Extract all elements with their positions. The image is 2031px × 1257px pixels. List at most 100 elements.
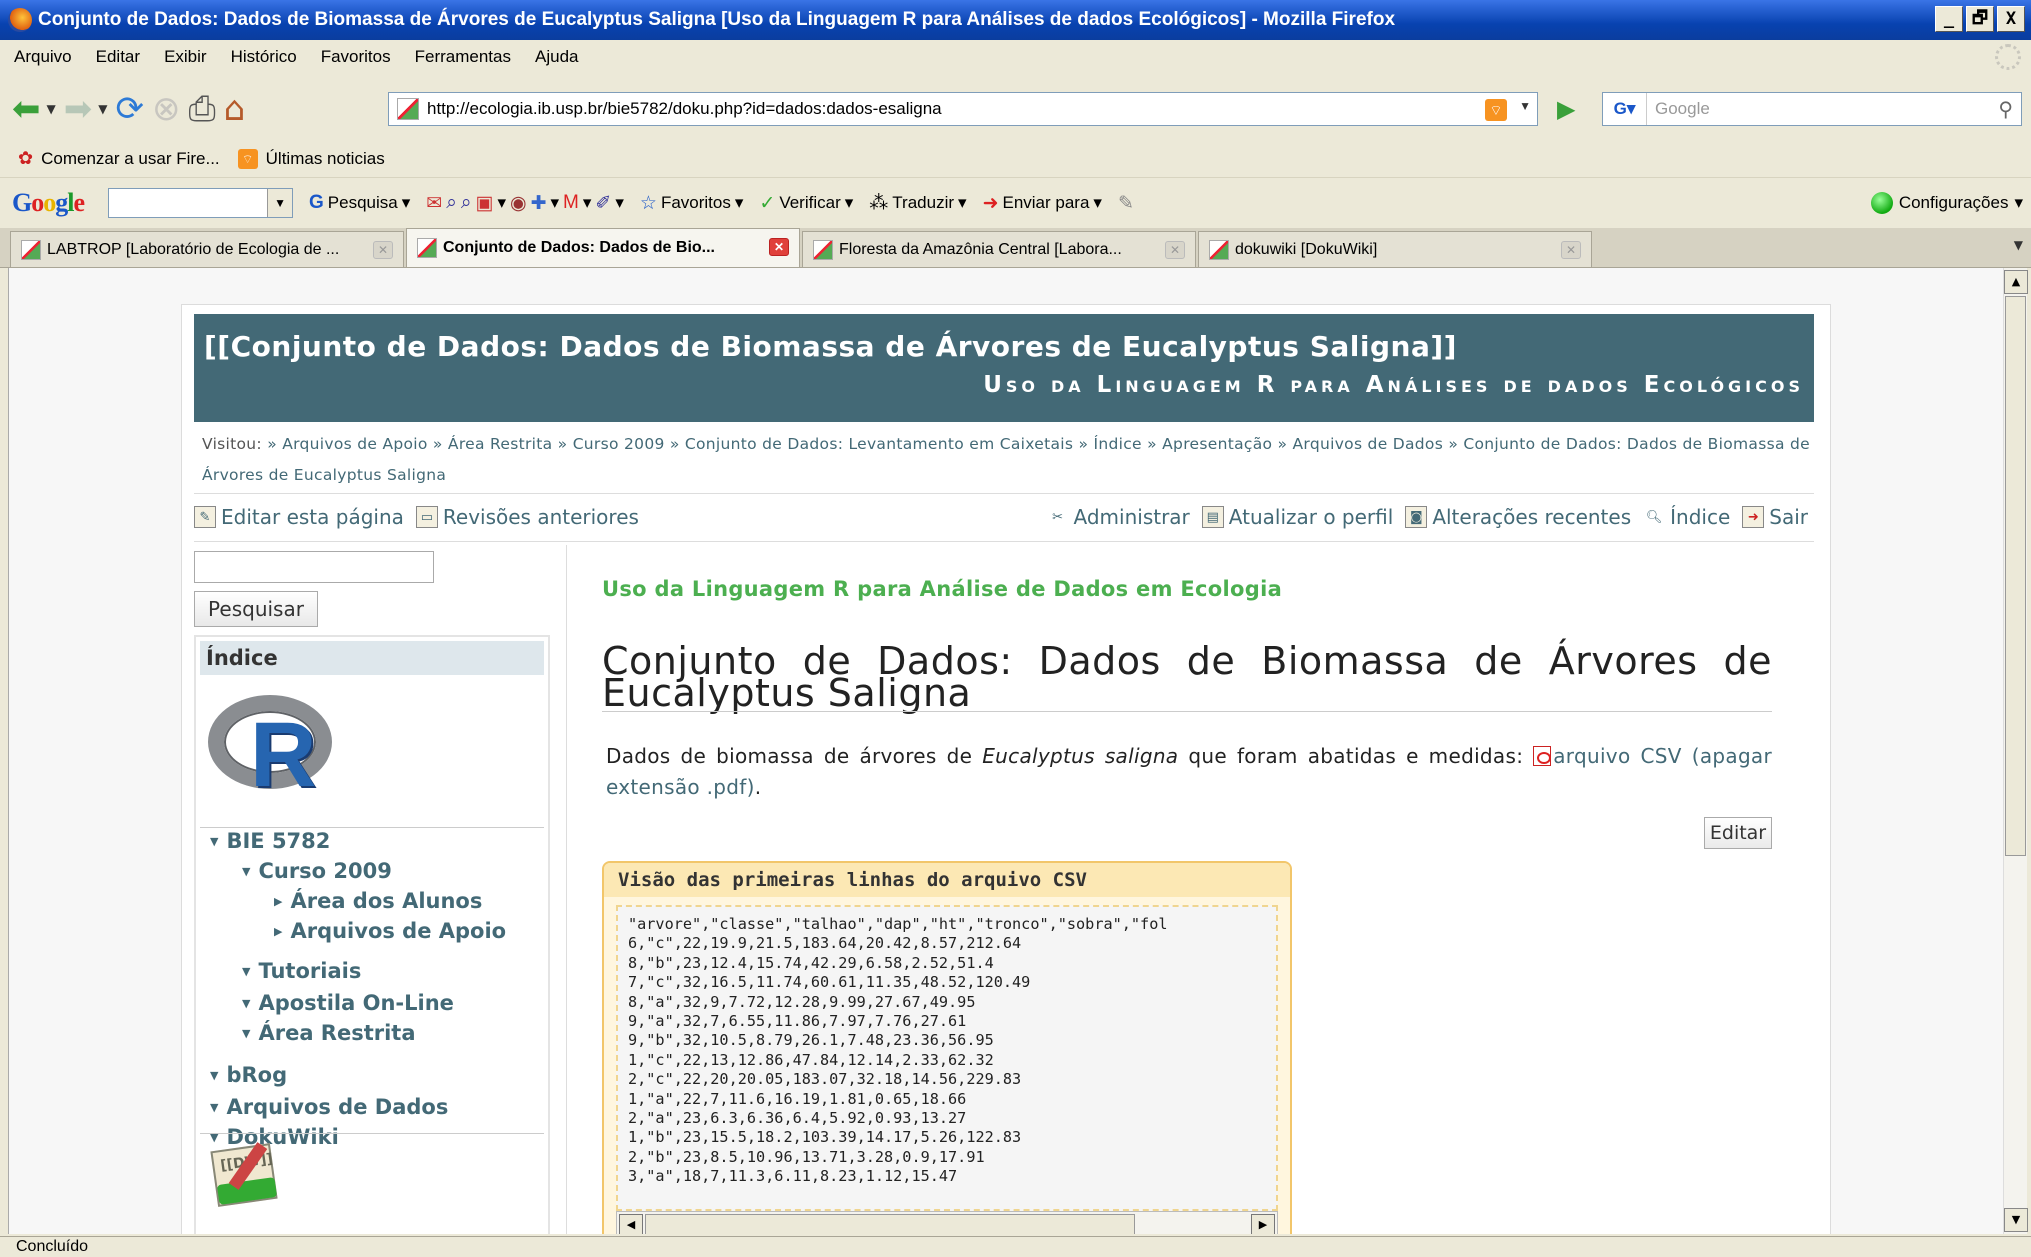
divider <box>566 545 567 1234</box>
home-icon[interactable]: ⌂ <box>224 89 246 129</box>
google-spellcheck-button[interactable]: ✓ Verificar ▾ <box>759 192 853 215</box>
forward-dropdown-icon[interactable]: ▼ <box>98 102 107 116</box>
print-icon[interactable]: ⎙ <box>188 89 215 129</box>
go-icon[interactable]: ▶ <box>1557 92 1585 126</box>
search-engine-icon[interactable]: G▾ <box>1603 93 1647 125</box>
toc-item-tutoriais[interactable]: ▼ Tutoriais <box>242 959 361 983</box>
edit-page-button[interactable]: ✎ Editar esta página <box>194 505 404 529</box>
intro-paragraph: Dados de biomassa de árvores de Eucalypt… <box>606 744 1773 799</box>
breadcrumb-item[interactable]: Apresentação <box>1162 435 1272 453</box>
breadcrumb-item[interactable]: Curso 2009 <box>573 435 665 453</box>
bookmark-getting-started[interactable]: Comenzar a usar Fire... <box>41 149 220 169</box>
horizontal-scrollbar[interactable]: ◀ ▶ <box>616 1211 1278 1234</box>
menu-ajuda[interactable]: Ajuda <box>535 47 578 67</box>
scroll-thumb[interactable] <box>2005 296 2026 856</box>
search-button[interactable]: Pesquisar <box>194 591 318 627</box>
search-input[interactable] <box>194 551 434 583</box>
back-icon[interactable]: ⬅ <box>12 89 41 129</box>
recent-changes-button[interactable]: ◙ Alterações recentes <box>1405 505 1631 529</box>
tab-conjunto-dados[interactable]: Conjunto de Dados: Dados de Bio... ✕ <box>406 228 800 267</box>
page-actions-bar: ✎ Editar esta página ▭ Revisões anteriores… <box>194 501 1814 533</box>
tools-icon: ✂ <box>1052 509 1063 525</box>
tab-floresta-amazonia[interactable]: Floresta da Amazônia Central [Labora... ✕ <box>802 231 1196 267</box>
reload-icon[interactable]: ⟳ <box>115 89 144 129</box>
wiki-page: [[Conjunto de Dados: Dados de Biomassa d… <box>181 304 1831 1234</box>
url-dropdown-icon[interactable]: ▼ <box>1519 99 1531 113</box>
web-search-box[interactable]: G▾ Google ⚲ <box>1602 92 2022 126</box>
url-bar[interactable]: http://ecologia.ib.usp.br/bie5782/doku.p… <box>388 92 1538 126</box>
toc-item-arquivos-apoio[interactable]: ▶ Arquivos de Apoio <box>274 919 506 943</box>
site-favicon-icon <box>397 98 419 120</box>
index-button[interactable]: 🔍︎ Índice <box>1643 505 1730 529</box>
toc-item-area-alunos[interactable]: ▶ Área dos Alunos <box>274 889 482 913</box>
content-kicker: Uso da Linguagem R para Análise de Dados… <box>602 577 1283 601</box>
scroll-right-icon[interactable]: ▶ <box>1251 1214 1275 1234</box>
divider <box>194 541 1814 542</box>
bookmark-latest-news[interactable]: Últimas noticias <box>266 149 385 169</box>
search-placeholder[interactable]: Google <box>1655 99 1710 119</box>
rss-icon[interactable]: ⌔ <box>1485 99 1507 121</box>
google-toolbar-input[interactable] <box>108 188 294 218</box>
highlighter-icon[interactable]: ✎ <box>1118 192 1134 215</box>
tab-close-icon[interactable]: ✕ <box>1165 241 1185 259</box>
menu-editar[interactable]: Editar <box>96 47 140 67</box>
tab-close-icon[interactable]: ✕ <box>769 238 789 256</box>
search-icon[interactable]: ⚲ <box>1998 97 2013 122</box>
tab-list-icon[interactable]: ▼ <box>2014 238 2023 252</box>
url-text[interactable]: http://ecologia.ib.usp.br/bie5782/doku.p… <box>427 99 942 119</box>
google-search-button[interactable]: G Pesquisa ▾ <box>309 192 410 214</box>
logout-button[interactable]: ➜ Sair <box>1742 505 1808 529</box>
tab-close-icon[interactable]: ✕ <box>373 241 393 259</box>
scroll-down-icon[interactable]: ▼ <box>2004 1208 2028 1232</box>
google-bookmarks-button[interactable]: ☆ Favoritos ▾ <box>640 192 744 215</box>
minimize-button[interactable]: _ <box>1935 6 1963 32</box>
old-revisions-button[interactable]: ▭ Revisões anteriores <box>415 505 639 529</box>
species-name: Eucalyptus saligna <box>982 744 1179 768</box>
stop-icon[interactable]: ⊗ <box>152 89 181 129</box>
menu-favoritos[interactable]: Favoritos <box>321 47 391 67</box>
scroll-up-icon[interactable]: ▲ <box>2004 270 2028 294</box>
breadcrumb-item[interactable]: Índice <box>1094 435 1142 453</box>
breadcrumb-item[interactable]: Conjunto de Dados: Levantamento em Caixe… <box>685 435 1073 453</box>
google-translate-button[interactable]: ⁂ Traduzir ▾ <box>869 192 966 215</box>
menu-arquivo[interactable]: Arquivo <box>14 47 72 67</box>
wiki-site-title[interactable]: Uso da Linguagem R para Análises de dado… <box>983 372 1804 398</box>
tab-dokuwiki[interactable]: dokuwiki [DokuWiki] ✕ <box>1198 231 1592 267</box>
csv-preview-box: Visão das primeiras linhas do arquivo CS… <box>602 861 1292 1234</box>
back-dropdown-icon[interactable]: ▼ <box>47 102 56 116</box>
close-button[interactable]: X <box>1997 6 2025 32</box>
google-send-button[interactable]: ➜ Enviar para ▾ <box>983 192 1102 215</box>
tab-close-icon[interactable]: ✕ <box>1561 241 1581 259</box>
toc-item-brog[interactable]: ▼ bRog <box>210 1063 287 1087</box>
tab-favicon-icon <box>813 239 833 260</box>
wiki-page-title-link[interactable]: [[Conjunto de Dados: Dados de Biomassa d… <box>204 330 1457 363</box>
toc-item-area-restrita[interactable]: ▼ Área Restrita <box>242 1021 416 1045</box>
menu-bar: Arquivo Editar Exibir Histórico Favorito… <box>0 40 2031 74</box>
google-settings-button[interactable]: Configurações ▾ <box>1870 192 2023 214</box>
tab-labtrop[interactable]: LABTROP [Laboratório de Ecologia de ... ✕ <box>10 231 404 267</box>
scroll-thumb[interactable] <box>645 1214 1135 1234</box>
csv-code-block[interactable]: "arvore","classe","talhao","dap","ht","t… <box>616 905 1278 1211</box>
toc-item-arquivos-dados[interactable]: ▼ Arquivos de Dados <box>210 1095 448 1119</box>
admin-button[interactable]: ✂ Administrar <box>1047 505 1190 529</box>
divider <box>200 1133 544 1134</box>
menu-ferramentas[interactable]: Ferramentas <box>415 47 511 67</box>
divider <box>194 493 1814 494</box>
google-tools-icons[interactable]: ✉ ⌕ ⌕ ▣ ▾ ◉ ✚ ▾ M ▾ ✐ ▾ <box>426 192 624 215</box>
firefox-start-icon: ✿ <box>18 148 34 168</box>
breadcrumb-item[interactable]: Arquivos de Dados <box>1293 435 1444 453</box>
edit-section-button[interactable]: Editar <box>1704 817 1772 849</box>
menu-exibir[interactable]: Exibir <box>164 47 207 67</box>
scroll-left-icon[interactable]: ◀ <box>619 1214 643 1234</box>
vertical-scrollbar[interactable]: ▲ ▼ <box>2003 268 2028 1234</box>
toc-item-curso-2009[interactable]: ▼ Curso 2009 <box>242 859 392 883</box>
pdf-icon <box>1533 746 1552 766</box>
restore-button[interactable]: 🗗 <box>1966 6 1994 32</box>
update-profile-button[interactable]: ▤ Atualizar o perfil <box>1201 505 1393 529</box>
breadcrumb-item[interactable]: Área Restrita <box>448 435 553 453</box>
forward-icon[interactable]: ➡ <box>64 89 93 129</box>
toc-item-bie5782[interactable]: ▼ BIE 5782 <box>210 829 330 853</box>
toc-item-apostila[interactable]: ▼ Apostila On-Line <box>242 991 454 1015</box>
breadcrumb-item[interactable]: Arquivos de Apoio <box>282 435 427 453</box>
menu-historico[interactable]: Histórico <box>231 47 297 67</box>
